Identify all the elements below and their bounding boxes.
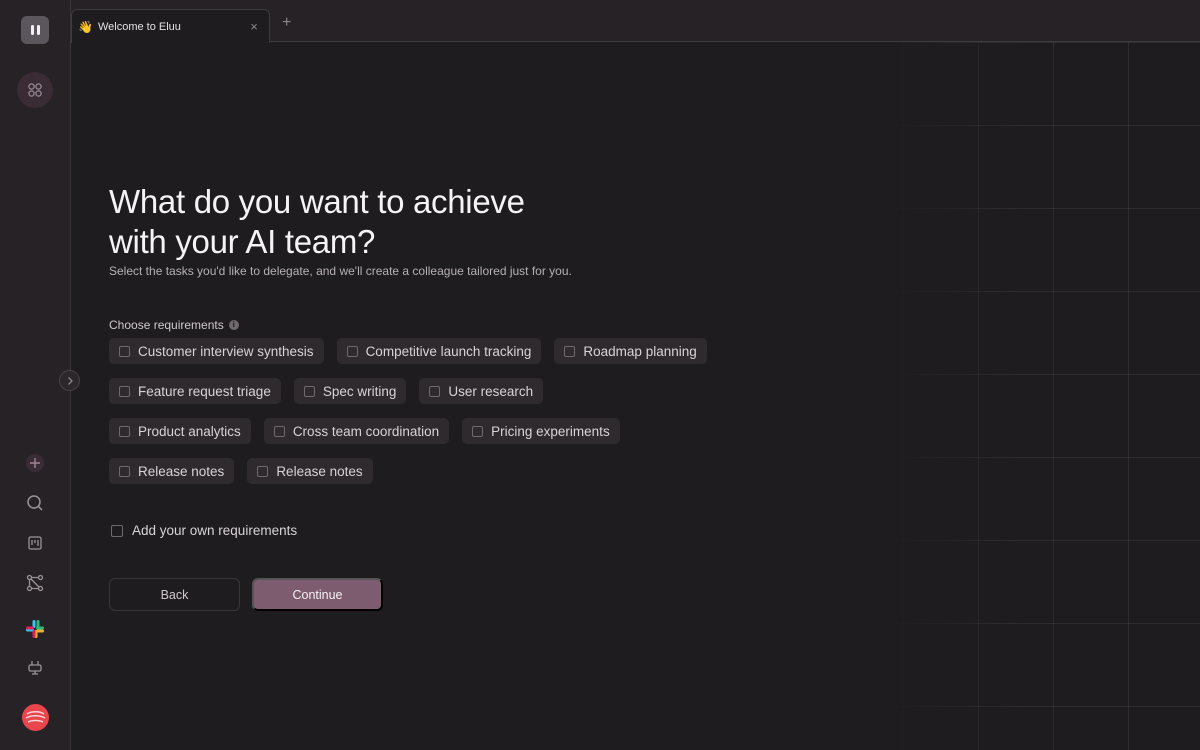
- slack-icon[interactable]: [21, 615, 49, 643]
- new-tab-button[interactable]: +: [282, 15, 291, 31]
- requirement-label: Spec writing: [322, 383, 397, 399]
- background-grid: [880, 42, 1200, 750]
- tab-title: Welcome to Eluu: [97, 20, 181, 33]
- logo-icon[interactable]: [21, 16, 49, 44]
- close-icon[interactable]: ×: [247, 19, 261, 34]
- requirement-label: Release notes: [276, 463, 363, 479]
- search-icon[interactable]: [21, 489, 49, 517]
- page-subtitle: Select the tasks you'd like to delegate,…: [109, 264, 572, 278]
- chip-row: Product analytics Cross team coordination…: [109, 418, 769, 444]
- requirements-label: Choose requirements: [109, 318, 224, 332]
- requirement-chip[interactable]: Product analytics: [109, 418, 251, 444]
- avatar[interactable]: [22, 704, 49, 731]
- own-requirements-checkbox[interactable]: [111, 524, 123, 537]
- requirement-chip[interactable]: User research: [419, 378, 544, 404]
- collapse-sidebar-button[interactable]: [59, 370, 80, 391]
- requirement-checkbox[interactable]: [119, 345, 130, 357]
- add-own-requirements[interactable]: Add your own requirements: [111, 523, 297, 538]
- requirement-chip[interactable]: Release notes: [247, 458, 373, 484]
- requirement-chip[interactable]: Release notes: [109, 458, 235, 484]
- requirement-checkbox[interactable]: [472, 425, 484, 437]
- requirement-chip[interactable]: Pricing experiments: [462, 418, 620, 444]
- continue-button[interactable]: Continue: [252, 578, 383, 611]
- requirement-label: Feature request triage: [138, 383, 271, 399]
- requirement-checkbox[interactable]: [303, 385, 315, 397]
- requirement-label: Pricing experiments: [491, 423, 610, 439]
- requirement-chip[interactable]: Competitive launch tracking: [336, 338, 542, 364]
- requirement-checkbox[interactable]: [119, 385, 130, 397]
- requirement-chip[interactable]: Feature request triage: [109, 378, 281, 404]
- requirement-checkbox[interactable]: [346, 345, 358, 357]
- requirement-label: Cross team coordination: [292, 423, 440, 439]
- apps-icon[interactable]: [17, 72, 53, 108]
- requirement-chip[interactable]: Cross team coordination: [263, 418, 450, 444]
- plug-icon[interactable]: [21, 655, 49, 683]
- tab-bar: 👋 Welcome to Eluu × +: [71, 0, 1200, 43]
- page-title: What do you want to achieve with your AI…: [109, 183, 525, 260]
- requirement-checkbox[interactable]: [429, 385, 441, 397]
- requirement-checkbox[interactable]: [119, 425, 130, 437]
- wave-icon: 👋: [78, 19, 93, 34]
- chevron-right-icon: [67, 376, 73, 385]
- back-button[interactable]: Back: [109, 578, 240, 611]
- requirement-label: Customer interview synthesis: [138, 343, 314, 359]
- chip-row: Release notes Release notes: [109, 458, 769, 484]
- requirement-label: User research: [448, 383, 534, 399]
- requirements-heading: Choose requirements i: [109, 318, 239, 332]
- requirement-checkbox[interactable]: [119, 465, 130, 477]
- add-icon[interactable]: [21, 449, 49, 477]
- requirement-label: Competitive launch tracking: [365, 343, 532, 359]
- chip-row: Feature request triage Spec writing User r…: [109, 378, 769, 404]
- tab-welcome[interactable]: 👋 Welcome to Eluu ×: [71, 9, 270, 43]
- board-icon[interactable]: [21, 529, 49, 557]
- requirement-chip[interactable]: Roadmap planning: [554, 338, 707, 364]
- requirement-label: Roadmap planning: [583, 343, 697, 359]
- chip-row: Customer interview synthesis Competitive …: [109, 338, 769, 364]
- requirement-chip[interactable]: Customer interview synthesis: [109, 338, 324, 364]
- requirement-checkbox[interactable]: [564, 345, 576, 357]
- requirement-label: Release notes: [138, 463, 225, 479]
- own-requirements-label: Add your own requirements: [132, 523, 298, 538]
- requirement-checkbox[interactable]: [273, 425, 285, 437]
- requirement-chip[interactable]: Spec writing: [293, 378, 407, 404]
- requirement-checkbox[interactable]: [257, 465, 269, 477]
- info-icon[interactable]: i: [228, 320, 239, 330]
- requirement-label: Product analytics: [138, 423, 241, 439]
- requirements-chips: Customer interview synthesis Competitive …: [109, 338, 769, 498]
- workflow-icon[interactable]: [21, 569, 49, 597]
